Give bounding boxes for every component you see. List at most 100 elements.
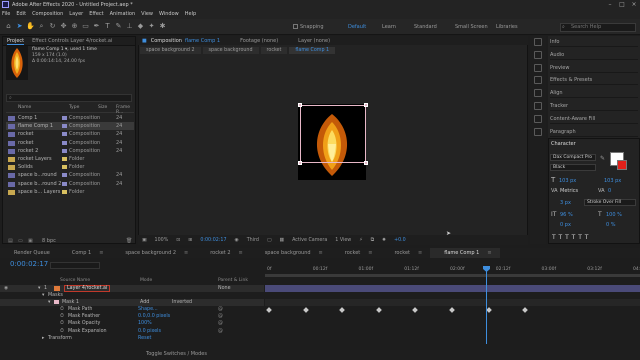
kerning-dropdown[interactable]: Metrics	[560, 188, 578, 194]
new-folder-icon[interactable]: ▭	[18, 238, 23, 244]
current-time-display[interactable]: 0:00:02:17	[200, 238, 226, 243]
resolution-dropdown[interactable]: Third	[247, 238, 259, 243]
panel-tab[interactable]: Effects & Presets	[550, 75, 638, 86]
rotate-tool-icon[interactable]: ↻	[48, 22, 57, 31]
toggle-switches-modes-button[interactable]: Toggle Switches / Modes	[146, 351, 207, 357]
tab-composition[interactable]: Composition	[151, 38, 182, 44]
timeline-search-input[interactable]	[50, 262, 100, 269]
tab-menu-icon[interactable]: ≡	[368, 250, 372, 256]
new-composition-icon[interactable]: ▣	[28, 238, 33, 244]
menu-edit[interactable]: Edit	[16, 11, 26, 17]
expand-chevron-icon[interactable]: ▾	[42, 292, 44, 299]
tab-layer[interactable]: Layer (none)	[298, 38, 330, 44]
panel-tab[interactable]: Preview	[550, 63, 638, 73]
stopwatch-icon[interactable]: ⏱	[60, 313, 64, 320]
breadcrumb-space-background-2[interactable]: space background 2	[140, 47, 201, 54]
keyframe-diamond[interactable]	[522, 307, 529, 313]
visibility-icon[interactable]: ◉	[4, 285, 8, 292]
fit-icon[interactable]: ⊡	[176, 238, 180, 243]
menu-composition[interactable]: Composition	[32, 11, 63, 17]
mask-color-swatch[interactable]	[54, 300, 59, 304]
menu-file[interactable]: File	[2, 11, 10, 17]
rectangle-tool-icon[interactable]: ▭	[81, 22, 90, 31]
property-value[interactable]: 100%	[138, 320, 152, 327]
layer-duration-bar[interactable]	[265, 285, 640, 292]
mask-property-row[interactable]: ⏱ Mask Opacity 100% @	[0, 320, 264, 327]
timeline-tab[interactable]: rocket ≡	[331, 248, 381, 258]
layer-row[interactable]: ◉ ▾ 1 Layer 4/rocket.ai None	[0, 285, 264, 292]
camera-tool-icon[interactable]: ✥	[59, 22, 68, 31]
mask-property-row[interactable]: ⏱ Mask Path Shape... @	[0, 306, 264, 313]
transform-reset-button[interactable]: Reset	[138, 335, 151, 342]
label-color-swatch[interactable]	[62, 116, 67, 120]
camera-dropdown[interactable]: Active Camera	[292, 238, 327, 243]
panel-icon[interactable]	[534, 50, 542, 59]
vertical-scale-value[interactable]: 96 %	[560, 212, 573, 218]
stroke-mode-dropdown[interactable]: Stroke Over Fill	[584, 199, 636, 206]
project-item[interactable]: Comp 1 Composition 24	[6, 114, 134, 122]
transform-handle-tl[interactable]	[298, 103, 302, 107]
project-item[interactable]: Solids Folder	[6, 163, 134, 171]
panel-icon[interactable]	[534, 89, 542, 98]
project-search-input[interactable]: ⌕	[6, 94, 132, 102]
tab-menu-icon[interactable]: ≡	[487, 250, 491, 256]
label-color-swatch[interactable]	[62, 140, 67, 145]
layer-name[interactable]: Layer 4/rocket.ai	[64, 285, 111, 292]
roto-brush-tool-icon[interactable]: ✦	[147, 22, 156, 31]
baseline-shift-value[interactable]: 0 px	[560, 222, 571, 228]
views-dropdown[interactable]: 1 View	[335, 238, 351, 243]
mask-property-row[interactable]: ⏱ Mask Expansion 0.0 pixels @	[0, 328, 264, 335]
clone-stamp-tool-icon[interactable]: ⊥	[125, 22, 134, 31]
horizontal-scale-value[interactable]: 100 %	[606, 212, 622, 218]
menu-layer[interactable]: Layer	[69, 11, 83, 17]
panel-icon[interactable]	[534, 76, 542, 85]
mask-property-row[interactable]: ⏱ Mask Feather 0.0,0.0 pixels @	[0, 313, 264, 320]
workspace-libraries[interactable]: Libraries	[496, 24, 518, 30]
panel-tab[interactable]: Info	[550, 37, 638, 47]
tab-menu-icon[interactable]: ≡	[418, 250, 422, 256]
selection-tool-icon[interactable]: ➤	[15, 22, 24, 31]
label-color-swatch[interactable]	[62, 181, 67, 186]
project-item[interactable]: flame Comp 1 Composition 24	[6, 122, 134, 131]
keyframe-diamond[interactable]	[412, 307, 419, 313]
eraser-tool-icon[interactable]: ◆	[136, 22, 145, 31]
mask-name[interactable]: Mask 1	[62, 299, 79, 306]
region-of-interest-icon[interactable]: ▢	[267, 238, 272, 243]
column-mode[interactable]: Mode	[140, 278, 152, 283]
project-item[interactable]: space b...round Composition 24	[6, 171, 134, 179]
keyframe-diamond[interactable]	[266, 307, 272, 313]
eyedropper-icon[interactable]: ✎	[600, 155, 605, 162]
timeline-tab[interactable]: Render Queue	[0, 248, 58, 258]
mask-row[interactable]: ▾ Mask 1 Add Inverted	[0, 299, 264, 306]
layer-bounding-box[interactable]	[300, 105, 366, 163]
column-parent[interactable]: Parent & Link	[218, 278, 248, 283]
maximize-icon[interactable]: □	[616, 0, 628, 9]
stroke-color-swatch[interactable]	[617, 160, 627, 170]
label-color-swatch[interactable]	[62, 165, 67, 170]
zoom-dropdown[interactable]: 100%	[155, 238, 169, 243]
snapshot-icon[interactable]: ◉	[235, 238, 239, 243]
home-icon[interactable]: ⌂	[4, 22, 13, 31]
font-family-dropdown[interactable]: Dax Compact Pro	[550, 154, 596, 161]
keyframe-diamond[interactable]	[449, 307, 455, 313]
keyframe-diamond[interactable]	[302, 307, 309, 313]
project-item[interactable]: rocket Layers Folder	[6, 155, 134, 163]
delete-icon[interactable]: 🗑	[126, 238, 132, 244]
stopwatch-icon[interactable]: ⏱	[60, 306, 64, 313]
label-color-swatch[interactable]	[62, 132, 67, 137]
keyframe-diamond[interactable]	[339, 307, 346, 313]
exposure-icon[interactable]: ✹	[382, 238, 386, 243]
grid-icon[interactable]: ⊞	[188, 238, 192, 243]
tab-menu-icon[interactable]: ≡	[99, 250, 103, 256]
menu-help[interactable]: Help	[185, 11, 196, 17]
pan-behind-tool-icon[interactable]: ⊕	[70, 22, 79, 31]
menu-window[interactable]: Window	[159, 11, 179, 17]
transparency-grid-icon[interactable]: ▦	[280, 238, 285, 243]
column-source-name[interactable]: Source Name	[60, 278, 90, 283]
minimize-icon[interactable]: –	[604, 0, 616, 9]
column-size[interactable]: Size	[98, 105, 107, 110]
type-tool-icon[interactable]: T	[103, 22, 112, 31]
label-color-swatch[interactable]	[62, 173, 67, 178]
faux-style-buttons[interactable]: TTTTTT	[552, 234, 591, 241]
project-item[interactable]: rocket Composition 24	[6, 139, 134, 147]
